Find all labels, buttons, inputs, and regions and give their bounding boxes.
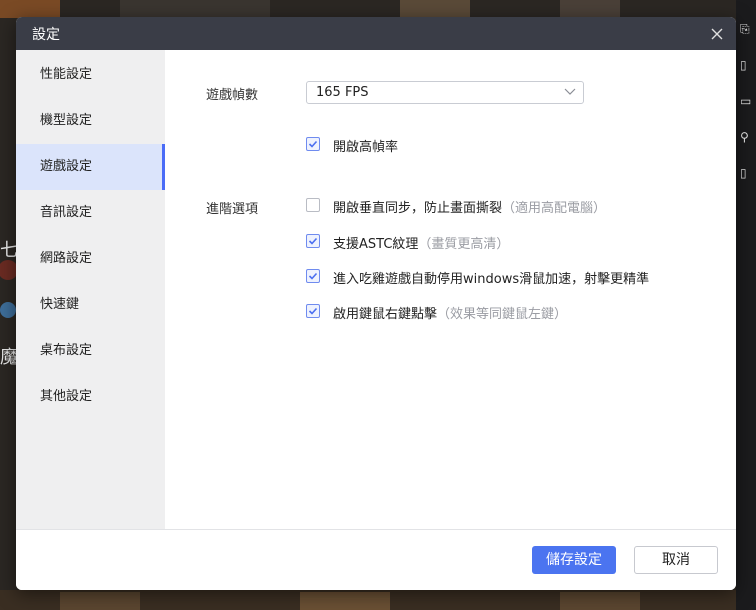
advanced-options-label: 進階選項 (206, 202, 259, 217)
settings-dialog: 設定 性能設定 機型設定 遊戲設定 音訊設定 網路設定 快速鍵 桌布設定 其他設… (16, 17, 736, 590)
checkmark-icon (308, 272, 318, 280)
vsync-label: 開啟垂直同步，防止畫面撕裂 (333, 201, 503, 216)
save-button[interactable]: 儲存設定 (532, 546, 616, 574)
chevron-down-icon (564, 88, 576, 95)
mouse-accel-label: 進入吃雞遊戲自動停用windows滑鼠加速，射擊更精準 (333, 272, 650, 287)
sidebar-item-network[interactable]: 網路設定 (16, 236, 165, 282)
cancel-button[interactable]: 取消 (634, 546, 718, 574)
dialog-title: 設定 (32, 27, 60, 43)
settings-sidebar: 性能設定 機型設定 遊戲設定 音訊設定 網路設定 快速鍵 桌布設定 其他設定 (16, 50, 165, 529)
checkmark-icon (308, 237, 318, 245)
game-settings-panel: 遊戲幀數 165 FPS 開啟高幀率 進階選項 開啟垂直同步，防止畫面撕裂（適用… (165, 50, 736, 529)
astc-note: （畫質更高清） (418, 237, 510, 252)
vsync-label-group: 開啟垂直同步，防止畫面撕裂（適用高配電腦） (333, 197, 606, 216)
sidebar-item-performance[interactable]: 性能設定 (16, 52, 165, 98)
sidebar-item-wallpaper[interactable]: 桌布設定 (16, 328, 165, 374)
sidebar-item-other[interactable]: 其他設定 (16, 374, 165, 420)
sidebar-item-label: 機型設定 (40, 113, 93, 128)
right-toolbar: ⎘ ▯ ▭ ⚲ ▯ (736, 0, 756, 610)
sidebar-item-game[interactable]: 遊戲設定 (16, 144, 165, 190)
astc-label: 支援ASTC紋理 (333, 237, 419, 252)
right-click-note: （效果等同鍵鼠左鍵） (437, 307, 568, 322)
sidebar-item-label: 性能設定 (40, 67, 93, 82)
astc-label-group: 支援ASTC紋理（畫質更高清） (333, 233, 509, 252)
toolbar-icon[interactable]: ⎘ (740, 22, 752, 36)
vsync-checkbox[interactable] (306, 198, 320, 212)
sidebar-item-device-model[interactable]: 機型設定 (16, 98, 165, 144)
astc-checkbox[interactable] (306, 234, 320, 248)
sidebar-item-label: 網路設定 (40, 251, 93, 266)
right-click-label-group: 啟用鍵鼠右鍵點擊（效果等同鍵鼠左鍵） (333, 303, 567, 322)
sidebar-item-label: 音訊設定 (40, 205, 93, 220)
sidebar-item-label: 快速鍵 (40, 297, 80, 312)
dialog-titlebar: 設定 (16, 17, 736, 50)
fps-dropdown[interactable]: 165 FPS (306, 81, 584, 104)
dialog-footer: 儲存設定 取消 (16, 529, 736, 590)
high-fps-checkbox[interactable] (306, 137, 320, 151)
sidebar-item-label: 桌布設定 (40, 343, 93, 358)
checkmark-icon (308, 140, 318, 148)
high-fps-label: 開啟高幀率 (333, 140, 399, 155)
screen-icon[interactable]: ▭ (740, 94, 752, 108)
fps-dropdown-value: 165 FPS (316, 85, 369, 100)
shake-icon[interactable]: ▯ (740, 58, 752, 72)
close-icon (711, 28, 723, 40)
mouse-accel-checkbox[interactable] (306, 269, 320, 283)
right-click-checkbox[interactable] (306, 304, 320, 318)
sidebar-item-label: 其他設定 (40, 389, 93, 404)
right-click-label: 啟用鍵鼠右鍵點擊 (333, 307, 438, 322)
sidebar-item-label: 遊戲設定 (40, 159, 93, 174)
sidebar-item-audio[interactable]: 音訊設定 (16, 190, 165, 236)
vibrate-icon[interactable]: ▯ (740, 166, 752, 180)
sidebar-item-shortcuts[interactable]: 快速鍵 (16, 282, 165, 328)
close-button[interactable] (706, 23, 728, 45)
vsync-note: （適用高配電腦） (502, 201, 607, 216)
checkmark-icon (308, 307, 318, 315)
frame-rate-label: 遊戲幀數 (206, 88, 259, 103)
location-icon[interactable]: ⚲ (740, 130, 752, 144)
